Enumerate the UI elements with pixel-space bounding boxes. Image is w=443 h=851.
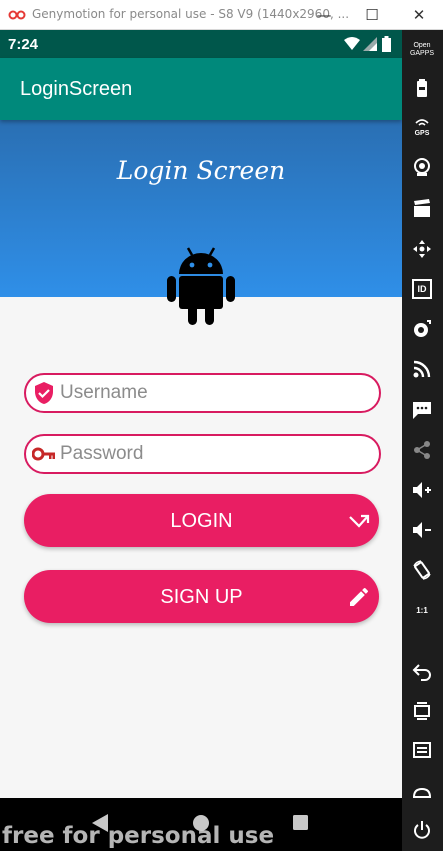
camera-icon[interactable] xyxy=(408,153,436,181)
sms-icon[interactable] xyxy=(408,396,436,424)
gps-label: GPS xyxy=(414,129,430,137)
key-icon xyxy=(32,447,55,461)
open-gapps-line2: GAPPS xyxy=(409,50,435,57)
genymotion-logo-icon xyxy=(8,10,26,20)
username-field[interactable] xyxy=(24,373,381,413)
close-button[interactable]: ✕ xyxy=(401,0,437,30)
signal-icon xyxy=(363,37,377,51)
username-input[interactable] xyxy=(60,379,360,407)
call-made-icon xyxy=(349,514,370,528)
header-script-title: Login Screen xyxy=(116,156,286,185)
app-bar: LoginScreen xyxy=(0,58,402,120)
capture-icon[interactable] xyxy=(408,315,436,343)
watermark-text: free for personal use xyxy=(2,823,275,849)
login-button[interactable]: LOGIN xyxy=(24,494,379,547)
volume-down-icon[interactable] xyxy=(408,516,436,544)
volume-up-icon[interactable] xyxy=(408,476,436,504)
shield-check-icon xyxy=(35,382,53,404)
id-icon[interactable]: ID xyxy=(408,275,436,303)
window-title: Genymotion for personal use - S8 V9 (144… xyxy=(32,7,350,21)
app-title: LoginScreen xyxy=(20,78,133,100)
password-field[interactable] xyxy=(24,434,381,474)
pencil-icon xyxy=(350,587,369,606)
open-gapps-line1: Open xyxy=(413,42,431,49)
login-content: Login Screen Username LOGIN SIGN UP xyxy=(0,120,402,798)
pixel-perfect-label: 1:1 xyxy=(416,605,428,615)
minimize-button[interactable]: — xyxy=(306,0,342,30)
pixel-perfect-icon[interactable]: 1:1 xyxy=(408,596,436,624)
rss-icon[interactable] xyxy=(408,355,436,383)
recents-icon[interactable] xyxy=(293,815,308,830)
id-label: ID xyxy=(412,279,432,299)
battery-widget-icon[interactable] xyxy=(408,74,436,102)
password-input[interactable] xyxy=(60,440,360,468)
battery-icon xyxy=(382,36,391,52)
rotate-icon[interactable] xyxy=(408,556,436,584)
android-robot-icon xyxy=(167,247,235,325)
status-bar: 7:24 xyxy=(0,30,402,58)
window-titlebar: Genymotion for personal use - S8 V9 (144… xyxy=(0,0,443,30)
open-gapps-icon[interactable]: Open GAPPS xyxy=(408,36,436,64)
share-icon[interactable] xyxy=(408,436,436,464)
clapperboard-icon[interactable] xyxy=(408,194,436,222)
back-arrow-icon[interactable] xyxy=(408,657,436,685)
gps-icon[interactable]: GPS xyxy=(408,113,436,141)
home-outline-icon[interactable] xyxy=(408,776,436,804)
device-screen: 7:24 LoginScreen Login Screen Username L… xyxy=(0,30,402,851)
status-time: 7:24 xyxy=(8,36,39,53)
genymotion-sidebar: Open GAPPS GPS ID 1:1 xyxy=(402,30,443,851)
recent-apps-icon[interactable] xyxy=(408,697,436,725)
login-button-label: LOGIN xyxy=(170,510,233,532)
signup-button-label: SIGN UP xyxy=(160,586,243,608)
maximize-button[interactable]: ☐ xyxy=(354,0,390,30)
signup-button[interactable]: SIGN UP xyxy=(24,570,379,623)
menu-icon[interactable] xyxy=(408,736,436,764)
power-icon[interactable] xyxy=(408,816,436,844)
wifi-icon xyxy=(344,37,360,50)
dpad-icon[interactable] xyxy=(408,235,436,263)
